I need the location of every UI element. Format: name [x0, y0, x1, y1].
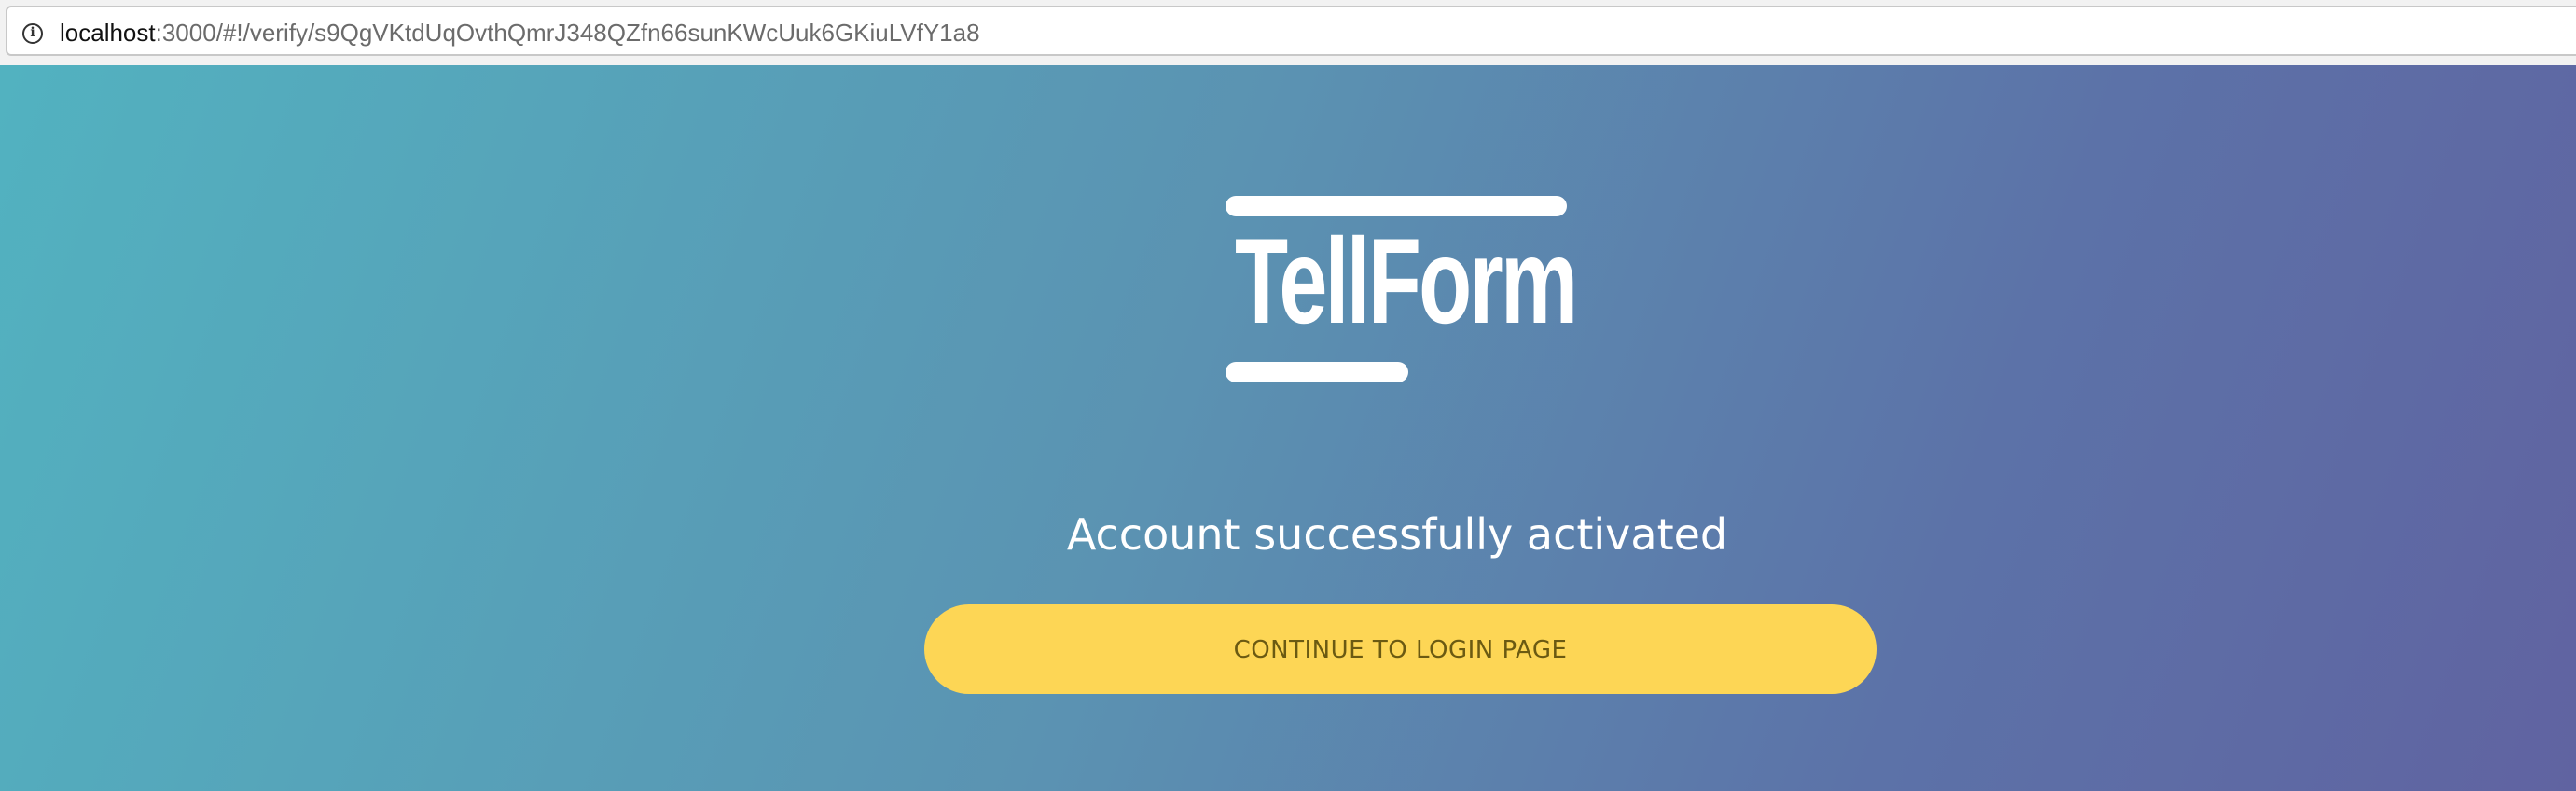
info-icon[interactable]: i	[22, 23, 43, 44]
continue-to-login-button[interactable]: CONTINUE TO LOGIN PAGE	[924, 604, 1877, 694]
tellform-logo: TellForm	[1226, 196, 1578, 382]
page-background: TellForm Account successfully activated …	[0, 65, 2576, 791]
url-host: localhost	[60, 19, 156, 47]
url-path: :3000/#!/verify/s9QgVKtdUqOvthQmrJ348QZf…	[155, 19, 980, 47]
url-text[interactable]: localhost:3000/#!/verify/s9QgVKtdUqOvthQ…	[60, 19, 980, 47]
address-bar[interactable]: i localhost:3000/#!/verify/s9QgVKtdUqOvt…	[6, 6, 2576, 56]
activation-message: Account successfully activated	[1066, 509, 1728, 560]
logo-text: TellForm	[1235, 213, 1578, 349]
browser-toolbar: i localhost:3000/#!/verify/s9QgVKtdUqOvt…	[0, 0, 2576, 65]
logo-bottom-bar	[1226, 362, 1408, 382]
